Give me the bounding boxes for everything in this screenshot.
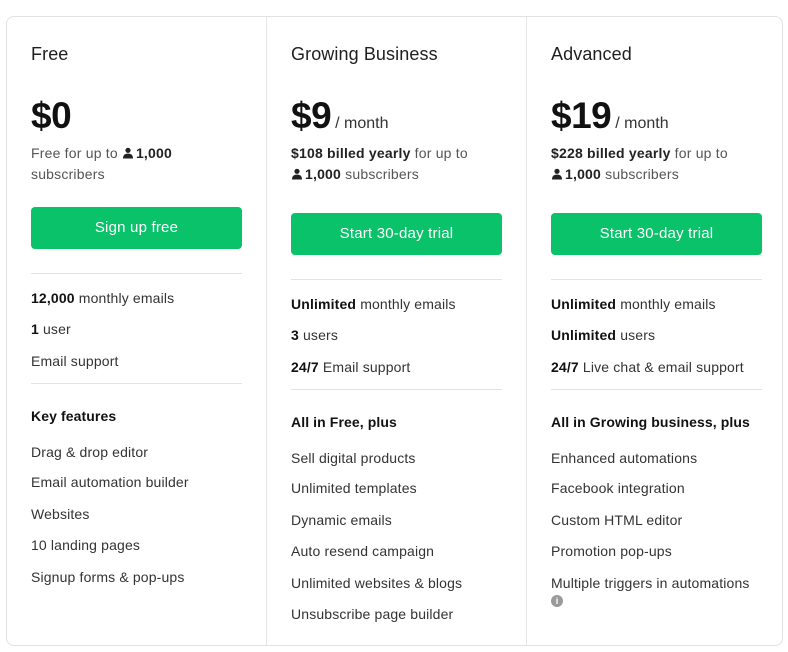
plan-period: / month: [615, 115, 669, 132]
user-icon: [122, 147, 133, 159]
divider: [551, 389, 762, 390]
divider: [291, 389, 502, 390]
feature-item: Promotion pop-ups: [551, 543, 672, 559]
feature-item: Websites: [31, 506, 90, 522]
feature-item: Sell digital products: [291, 450, 416, 466]
usage-users: Unlimited users: [551, 327, 656, 343]
subscriber-count: 1,000: [565, 166, 602, 182]
plan-price: $9: [291, 95, 332, 136]
plan-period: / month: [335, 115, 389, 132]
feature-item: Unlimited websites & blogs: [291, 575, 463, 591]
feature-item: Signup forms & pop-ups: [31, 569, 185, 585]
billing-info: $108 billed yearly for up to 1,000 subsc…: [291, 143, 506, 185]
plan-column-advanced: Advanced $19/ month $228 billed yearly f…: [526, 17, 784, 645]
feature-item: Unsubscribe page builder: [291, 606, 454, 622]
plan-name: Advanced: [551, 44, 632, 64]
usage-emails: 12,000 monthly emails: [31, 290, 175, 306]
subscribers-label: subscribers: [345, 166, 419, 182]
pricing-card: Free $0 Free for up to 1,000 subscribers…: [6, 16, 783, 646]
billing-text: for up to: [414, 145, 468, 161]
feature-item: Multiple triggers in automations: [551, 575, 750, 591]
billing-info: $228 billed yearly for up to 1,000 subsc…: [551, 143, 766, 185]
usage-support: 24/7 Email support: [291, 359, 411, 375]
feature-item: Email automation builder: [31, 474, 189, 490]
price-row: $9/ month: [291, 95, 389, 137]
billing-text: Free for up to: [31, 145, 118, 161]
subscribers-label: subscribers: [31, 166, 105, 182]
billing-amount: $228 billed yearly: [551, 145, 671, 161]
plan-column-free: Free $0 Free for up to 1,000 subscribers…: [7, 17, 266, 645]
usage-emails: Unlimited monthly emails: [551, 296, 716, 312]
usage-users: 1 user: [31, 321, 71, 337]
usage-support: Email support: [31, 353, 119, 369]
feature-item: Enhanced automations: [551, 450, 698, 466]
features-title: All in Free, plus: [291, 414, 397, 430]
feature-item: Facebook integration: [551, 480, 685, 496]
feature-item: Drag & drop editor: [31, 444, 149, 460]
divider: [291, 279, 502, 280]
plan-name: Growing Business: [291, 44, 438, 64]
price-row: $0: [31, 95, 72, 137]
billing-text: for up to: [674, 145, 728, 161]
plan-price: $0: [31, 95, 72, 136]
sign-up-free-button[interactable]: Sign up free: [31, 207, 242, 249]
divider: [551, 279, 762, 280]
user-icon: [552, 168, 562, 180]
user-icon: [292, 168, 302, 180]
billing-info: Free for up to 1,000 subscribers: [31, 143, 246, 185]
subscribers-label: subscribers: [605, 166, 679, 182]
price-row: $19/ month: [551, 95, 669, 137]
features-title: All in Growing business, plus: [551, 414, 750, 430]
subscriber-count: 1,000: [135, 145, 172, 161]
divider: [31, 273, 242, 274]
plan-column-growing-business: Growing Business $9/ month $108 billed y…: [266, 17, 526, 645]
usage-emails: Unlimited monthly emails: [291, 296, 456, 312]
usage-users: 3 users: [291, 327, 338, 343]
features-title: Key features: [31, 408, 117, 424]
usage-support: 24/7 Live chat & email support: [551, 359, 744, 375]
feature-item: Custom HTML editor: [551, 512, 683, 528]
feature-item: 10 landing pages: [31, 537, 141, 553]
feature-item: Auto resend campaign: [291, 543, 435, 559]
divider: [31, 383, 242, 384]
plan-price: $19: [551, 95, 612, 136]
billing-amount: $108 billed yearly: [291, 145, 411, 161]
subscriber-count: 1,000: [305, 166, 342, 182]
feature-item: Dynamic emails: [291, 512, 392, 528]
feature-item: Unlimited templates: [291, 480, 417, 496]
start-trial-button[interactable]: Start 30-day trial: [291, 213, 502, 255]
info-icon[interactable]: i: [551, 595, 563, 607]
plan-name: Free: [31, 44, 69, 64]
start-trial-button[interactable]: Start 30-day trial: [551, 213, 762, 255]
